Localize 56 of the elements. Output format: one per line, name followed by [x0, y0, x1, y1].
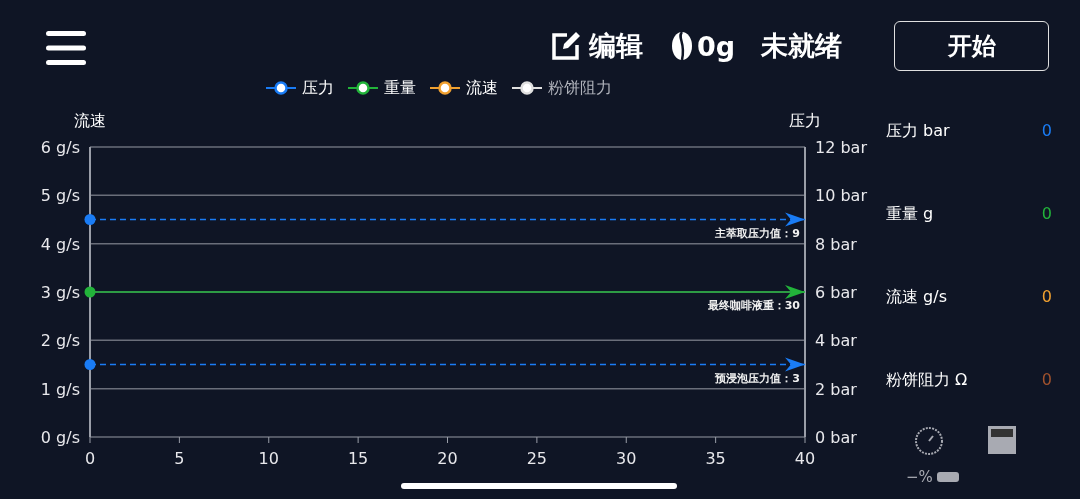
reading-label: 粉饼阻力 Ω [886, 370, 968, 391]
start-button[interactable]: 开始 [894, 21, 1049, 71]
arrow-head-icon [785, 357, 805, 372]
axis-tick-label: 4 bar [815, 331, 857, 351]
axis-tick-label: 25 [526, 449, 548, 468]
axis-tick-label: 30 [616, 449, 637, 468]
reading-value: 0 [1041, 287, 1052, 306]
axis-title: 压力 [789, 111, 821, 130]
axis-tick-label: 0 [84, 449, 96, 468]
axis-tick-label: 8 bar [815, 234, 857, 254]
legend-label[interactable]: 粉饼阻力 [548, 77, 612, 99]
reading-value: 0 [1041, 121, 1052, 140]
axis-tick-label: 10 [258, 449, 279, 468]
axis-tick-label: 2 bar [815, 379, 857, 399]
menu-icon[interactable] [46, 31, 86, 65]
line-label: 最终咖啡液重：30 [707, 299, 800, 312]
axis-tick-label: 0 bar [815, 428, 857, 447]
axis-tick-label: 20 [437, 449, 458, 468]
axis-tick-label: 0 g/s [40, 428, 80, 447]
axis-tick-label: 40 [794, 449, 816, 468]
axis-tick-label: 6 g/s [40, 138, 80, 157]
axis-tick-label: 6 bar [815, 283, 857, 302]
arrow-head-icon [785, 212, 805, 227]
reading-label: 压力 bar [886, 121, 950, 142]
status-text: 未就绪 [761, 29, 842, 63]
axis-tick-label: 3 g/s [40, 283, 80, 302]
gauge-icon[interactable] [914, 426, 944, 456]
axis-tick-label: 2 g/s [40, 331, 80, 351]
line-start-dot[interactable] [84, 286, 96, 298]
line-label: 主萃取压力值：9 [715, 226, 800, 240]
legend-label[interactable]: 压力 [302, 77, 334, 99]
scale-icon[interactable] [988, 426, 1016, 454]
coffee-bean-icon [670, 31, 693, 61]
axis-tick-label: 35 [705, 449, 726, 468]
axis-tick-label: 1 g/s [40, 379, 80, 399]
line-start-dot[interactable] [84, 359, 96, 370]
line-label: 预浸泡压力值：3 [715, 371, 800, 385]
reading-label: 重量 g [886, 204, 934, 225]
line-start-dot[interactable] [84, 214, 96, 225]
reading-label: 流速 g/s [886, 287, 947, 308]
legend-label[interactable]: 流速 [466, 77, 498, 99]
axis-tick-label: 4 g/s [40, 234, 80, 254]
reading-value: 0 [1041, 370, 1052, 389]
edit-button[interactable]: 编辑 [548, 28, 643, 64]
axis-tick-label: 5 g/s [40, 186, 80, 206]
weight-value: 0g [696, 30, 735, 62]
reading-value: 0 [1041, 204, 1052, 223]
axis-tick-label: 15 [347, 449, 369, 468]
axis-tick-label: 10 bar [815, 186, 867, 206]
legend-label[interactable]: 重量 [384, 77, 416, 99]
battery-icon [936, 472, 959, 482]
axis-tick-label: 5 [174, 449, 185, 468]
arrow-head-icon [785, 285, 805, 299]
axis-tick-label: 12 bar [815, 138, 867, 157]
axis-title: 流速 [74, 111, 106, 130]
battery-percent: −% [906, 468, 933, 486]
